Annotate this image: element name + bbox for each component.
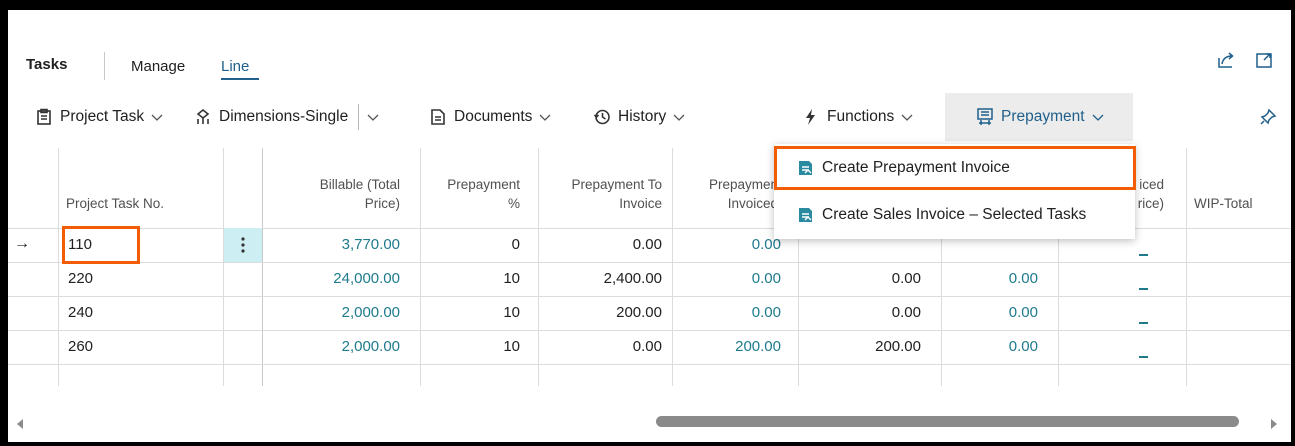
cell-billable[interactable]: 2,000.00 bbox=[270, 338, 400, 356]
header-prepayment-pct[interactable]: Prepayment % bbox=[426, 175, 520, 213]
pin-icon[interactable] bbox=[1258, 107, 1278, 132]
cell-prepayment-pct[interactable]: 10 bbox=[426, 338, 520, 356]
cell-dash bbox=[1139, 322, 1148, 324]
horizontal-scrollbar-thumb[interactable] bbox=[656, 416, 1239, 427]
cell-prepayment-to-invoice[interactable]: 0.00 bbox=[544, 236, 662, 254]
dimensions-icon bbox=[193, 107, 213, 127]
create-sales-invoice-selected-item[interactable]: Create Sales Invoice – Selected Tasks bbox=[774, 195, 1135, 235]
header-prepayment-to-invoice[interactable]: Prepayment To Invoice bbox=[544, 175, 662, 213]
chevron-down-icon bbox=[539, 114, 551, 121]
chevron-down-icon bbox=[673, 114, 685, 121]
cell-task-no[interactable]: 240 bbox=[68, 304, 93, 322]
chevron-down-icon bbox=[1092, 114, 1104, 121]
cell-dash bbox=[1139, 356, 1148, 358]
tab-manage[interactable]: Manage bbox=[131, 58, 185, 75]
split-divider bbox=[358, 104, 360, 130]
header-prepayment-invoiced[interactable]: Prepaymen Invoiced bbox=[678, 175, 778, 213]
tab-tasks[interactable]: Tasks bbox=[26, 56, 67, 73]
lightning-icon bbox=[801, 107, 821, 127]
cell-prepayment-invoiced[interactable]: 0.00 bbox=[678, 236, 781, 254]
cell-task-no[interactable]: 220 bbox=[68, 270, 93, 288]
tab-divider bbox=[104, 52, 105, 80]
highlight-create-prepayment-invoice bbox=[774, 146, 1136, 190]
cell-col7[interactable]: 0.00 bbox=[947, 304, 1038, 322]
header-wip-total[interactable]: WIP-Total bbox=[1194, 194, 1253, 213]
cell-prepayment-to-invoice[interactable]: 200.00 bbox=[544, 304, 662, 322]
tab-line-underline bbox=[221, 78, 259, 80]
tabs-bar: Tasks Manage Line bbox=[8, 10, 1291, 95]
header-project-task-no[interactable]: Project Task No. bbox=[66, 194, 164, 213]
chevron-down-icon bbox=[901, 114, 913, 121]
expand-icon[interactable] bbox=[1254, 50, 1274, 70]
cell-billable[interactable]: 3,770.00 bbox=[270, 236, 400, 254]
cell-col6[interactable]: 0.00 bbox=[804, 304, 921, 322]
cell-prepayment-pct[interactable]: 10 bbox=[426, 304, 520, 322]
tasks-panel: Tasks Manage Line Project Task Dimension… bbox=[8, 10, 1291, 442]
cell-prepayment-invoiced[interactable]: 0.00 bbox=[678, 270, 781, 288]
row-actions-kebab-icon[interactable] bbox=[224, 228, 262, 262]
chevron-down-icon bbox=[151, 114, 163, 121]
functions-button[interactable]: Functions bbox=[801, 93, 913, 141]
share-icon[interactable] bbox=[1216, 50, 1236, 70]
scroll-left-arrow-icon[interactable] bbox=[16, 416, 24, 434]
header-billable[interactable]: Billable (Total Price) bbox=[270, 175, 400, 213]
cell-col7[interactable]: 0.00 bbox=[947, 338, 1038, 356]
cell-prepayment-pct[interactable]: 0 bbox=[426, 236, 520, 254]
action-bar: Project Task Dimensions-Single Documents… bbox=[8, 93, 1291, 141]
cell-dash bbox=[1139, 254, 1148, 256]
tab-line[interactable]: Line bbox=[221, 58, 249, 75]
history-icon bbox=[592, 107, 612, 127]
history-button[interactable]: History bbox=[592, 93, 685, 141]
cell-prepayment-to-invoice[interactable]: 2,400.00 bbox=[544, 270, 662, 288]
documents-button[interactable]: Documents bbox=[428, 93, 551, 141]
cell-prepayment-to-invoice[interactable]: 0.00 bbox=[544, 338, 662, 356]
scroll-right-arrow-icon[interactable] bbox=[1270, 416, 1278, 434]
invoice-icon bbox=[796, 205, 816, 225]
cell-task-no[interactable]: 260 bbox=[68, 338, 93, 356]
project-task-button[interactable]: Project Task bbox=[34, 93, 163, 141]
cell-billable[interactable]: 2,000.00 bbox=[270, 304, 400, 322]
cell-dash bbox=[1139, 288, 1148, 290]
prepayment-button[interactable]: Prepayment bbox=[945, 93, 1133, 141]
cell-prepayment-pct[interactable]: 10 bbox=[426, 270, 520, 288]
current-row-arrow-icon: → bbox=[14, 235, 30, 252]
documents-icon bbox=[428, 107, 448, 127]
cell-col7[interactable]: 0.00 bbox=[947, 270, 1038, 288]
cell-prepayment-invoiced[interactable]: 0.00 bbox=[678, 304, 781, 322]
chevron-down-icon[interactable] bbox=[367, 111, 379, 123]
clipboard-icon bbox=[34, 107, 54, 127]
cell-col6[interactable]: 200.00 bbox=[804, 338, 921, 356]
dimensions-single-button[interactable]: Dimensions-Single bbox=[193, 93, 379, 141]
cell-col6[interactable]: 0.00 bbox=[804, 270, 921, 288]
cell-prepayment-invoiced[interactable]: 200.00 bbox=[678, 338, 781, 356]
prepayment-icon bbox=[975, 107, 995, 127]
cell-billable[interactable]: 24,000.00 bbox=[270, 270, 400, 288]
highlight-task-110 bbox=[62, 226, 140, 264]
